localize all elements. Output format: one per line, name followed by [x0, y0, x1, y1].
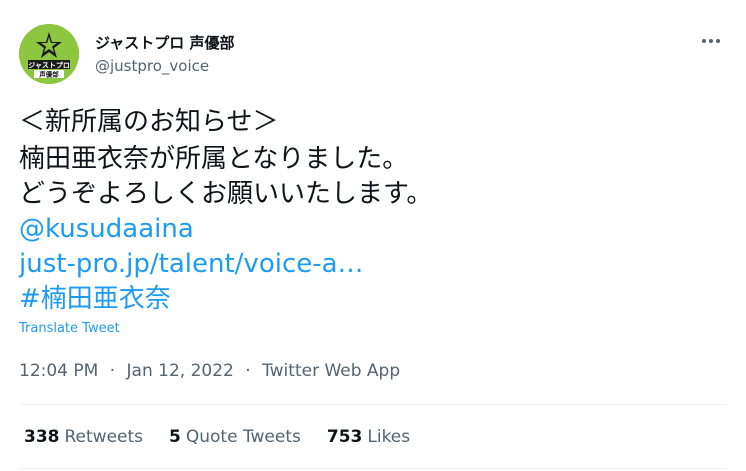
tweet-time[interactable]: 12:04 PM: [19, 361, 98, 381]
retweets-stat[interactable]: 338 Retweets: [24, 427, 143, 447]
tweet-text-line: どうぞよろしくお願いいたします。: [19, 179, 433, 209]
translate-tweet-link[interactable]: Translate Tweet: [19, 321, 120, 336]
more-options-button[interactable]: [696, 28, 726, 54]
meta-separator: ·: [109, 361, 116, 381]
user-handle[interactable]: @justpro_voice: [95, 57, 209, 75]
avatar[interactable]: ジャストプロ 声優部: [19, 24, 79, 84]
more-horizontal-icon-dot: [716, 39, 720, 43]
tweet-source[interactable]: Twitter Web App: [262, 361, 400, 381]
quote-tweets-count: 5: [169, 427, 181, 447]
divider: [19, 404, 727, 405]
avatar-logo: ジャストプロ 声優部: [19, 24, 79, 84]
likes-count: 753: [326, 427, 363, 447]
likes-stat[interactable]: 753 Likes: [327, 427, 410, 447]
display-name[interactable]: ジャストプロ 声優部: [95, 32, 234, 53]
quote-tweets-stat[interactable]: 5 Quote Tweets: [169, 427, 301, 447]
more-horizontal-icon-dot: [702, 39, 706, 43]
tweet-card: ジャストプロ 声優部 ジャストプロ 声優部 @justpro_voice ＜新所…: [0, 0, 746, 471]
mention-link[interactable]: @kusudaaina: [19, 211, 194, 247]
retweets-count: 338: [24, 427, 60, 447]
tweet-meta: 12:04 PM · Jan 12, 2022 · Twitter Web Ap…: [19, 361, 400, 381]
likes-label: Likes: [367, 427, 411, 447]
more-horizontal-icon-dot: [709, 39, 713, 43]
quote-tweets-label: Quote Tweets: [185, 427, 301, 447]
meta-separator: ·: [245, 361, 251, 381]
tweet-text-line: 楠田亜衣奈が所属となりました。: [19, 144, 409, 174]
url-link[interactable]: just-pro.jp/talent/voice-a…: [19, 246, 364, 282]
engagement-stats: 338 Retweets 5 Quote Tweets 753 Likes: [24, 427, 436, 447]
tweet-text-line: ＜新所属のお知らせ＞: [19, 107, 279, 137]
divider: [19, 468, 727, 469]
avatar-text-bottom: 声優部: [39, 70, 59, 79]
avatar-text-top: ジャストプロ: [28, 61, 70, 70]
retweets-label: Retweets: [64, 427, 144, 447]
hashtag-link[interactable]: #楠田亜衣奈: [19, 281, 171, 317]
tweet-date[interactable]: Jan 12, 2022: [127, 361, 234, 381]
